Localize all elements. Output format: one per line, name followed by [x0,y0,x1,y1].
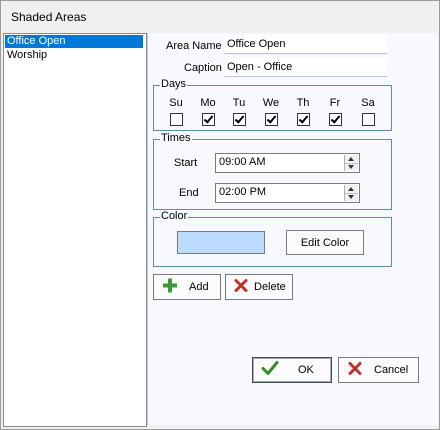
check-icon [261,361,279,380]
start-down-button[interactable] [345,163,358,171]
caption-label: Caption [184,62,222,74]
day-label: Sa [361,97,375,109]
list-item-worship[interactable]: Worship [5,49,143,62]
cancel-label: Cancel [374,364,409,376]
monday-checkbox[interactable] [201,113,215,126]
tuesday-checkbox[interactable] [232,113,246,126]
x-icon [233,278,249,297]
start-time-spinner[interactable] [344,155,358,171]
day-tuesday[interactable]: Tu [229,97,249,126]
color-swatch [177,231,265,254]
day-thursday[interactable]: Th [293,97,313,126]
cancel-button[interactable]: Cancel [338,357,419,383]
end-label: End [179,187,199,199]
day-label: Su [169,97,183,109]
start-up-button[interactable] [345,155,358,163]
window-title: Shaded Areas [11,10,87,24]
x-icon [347,361,363,380]
arrow-down-icon [348,165,354,169]
add-button[interactable]: Add [153,274,221,300]
end-time-picker[interactable]: 02:00 PM [215,183,360,203]
end-up-button[interactable] [345,185,358,193]
days-group: Days Su Mo Tu We Th Fr Sa [153,78,392,131]
arrow-down-icon [348,195,354,199]
area-name-label: Area Name [166,40,222,52]
end-time-value: 02:00 PM [219,186,267,198]
day-label: Tu [232,97,246,109]
delete-button[interactable]: Delete [225,274,293,300]
day-friday[interactable]: Fr [325,97,345,126]
end-down-button[interactable] [345,193,358,201]
ok-label: OK [298,364,314,376]
details-panel: Area Name Office Open Caption Open - Off… [147,33,438,425]
add-label: Add [189,281,209,293]
list-item-office-open[interactable]: Office Open [5,35,143,48]
ok-button[interactable]: OK [252,357,332,383]
title-bar[interactable]: Shaded Areas [1,1,439,33]
day-sunday[interactable]: Su [166,97,186,126]
delete-label: Delete [254,281,286,293]
day-label: Mo [200,97,216,109]
days-legend: Days [160,78,188,90]
times-group: Times Start 09:00 AM End 02:00 PM [153,132,392,210]
shaded-areas-window: Shaded Areas Office Open Worship Area Na… [0,0,440,430]
times-legend: Times [160,132,192,144]
edit-color-button[interactable]: Edit Color [286,230,364,255]
start-label: Start [174,157,198,169]
day-monday[interactable]: Mo [198,97,218,126]
start-time-value: 09:00 AM [219,156,266,168]
end-time-spinner[interactable] [344,185,358,201]
start-time-picker[interactable]: 09:00 AM [215,153,360,173]
plus-icon [162,278,178,297]
friday-checkbox[interactable] [328,113,342,126]
color-group: Color Edit Color [153,210,392,267]
arrow-up-icon [348,187,354,191]
day-label: Fr [329,97,341,109]
thursday-checkbox[interactable] [296,113,310,126]
saturday-checkbox[interactable] [361,113,375,126]
areas-list[interactable]: Office Open Worship [3,33,147,427]
wednesday-checkbox[interactable] [264,113,278,126]
day-label: We [262,97,280,109]
caption-field[interactable]: Open - Office [225,58,387,77]
color-legend: Color [160,210,189,222]
day-saturday[interactable]: Sa [358,97,378,126]
day-label: Th [296,97,310,109]
arrow-up-icon [348,157,354,161]
area-name-field[interactable]: Office Open [225,35,387,54]
day-wednesday[interactable]: We [261,97,281,126]
sunday-checkbox[interactable] [169,113,183,126]
edit-color-label: Edit Color [300,236,350,249]
